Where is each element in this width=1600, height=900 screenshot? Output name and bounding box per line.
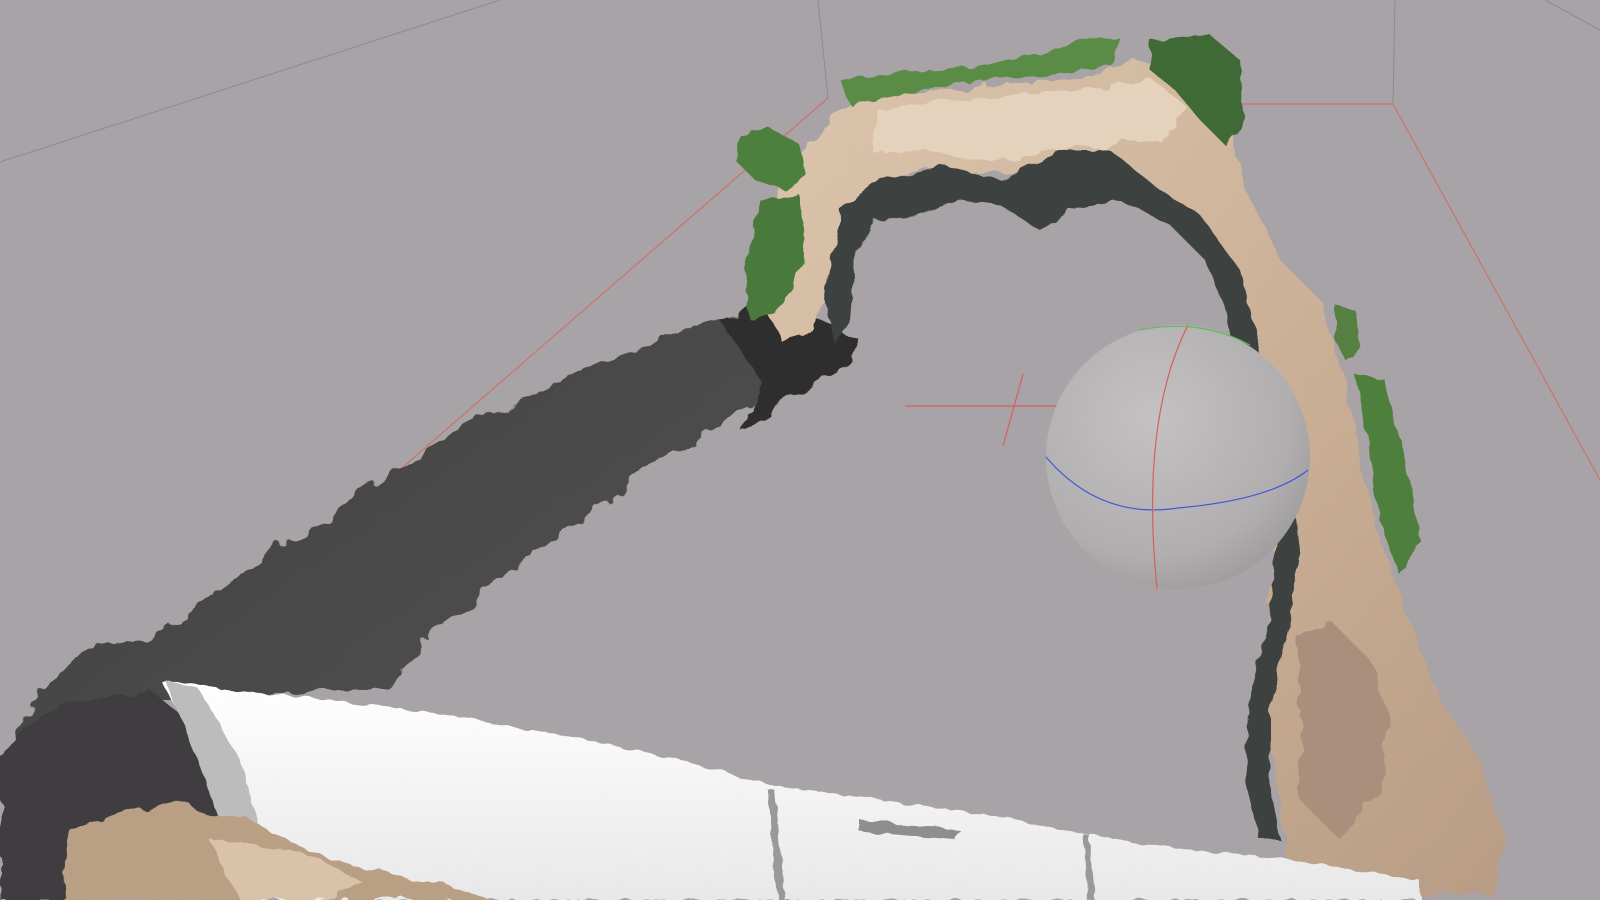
grid-line <box>817 0 829 99</box>
sphere-body[interactable] <box>1046 325 1310 589</box>
axis-x-line <box>1002 373 1024 447</box>
bbox-edge <box>1392 103 1600 481</box>
vegetation-cloud <box>735 128 805 190</box>
grid-line <box>1544 0 1600 31</box>
vegetation-cloud <box>1335 305 1360 360</box>
point-cloud-scene[interactable] <box>0 0 1600 900</box>
grid-line <box>0 0 501 163</box>
3d-viewport[interactable] <box>0 0 1600 900</box>
grid-line <box>1392 0 1396 105</box>
grid-lines <box>0 0 1600 163</box>
navigation-sphere[interactable] <box>1045 324 1310 590</box>
